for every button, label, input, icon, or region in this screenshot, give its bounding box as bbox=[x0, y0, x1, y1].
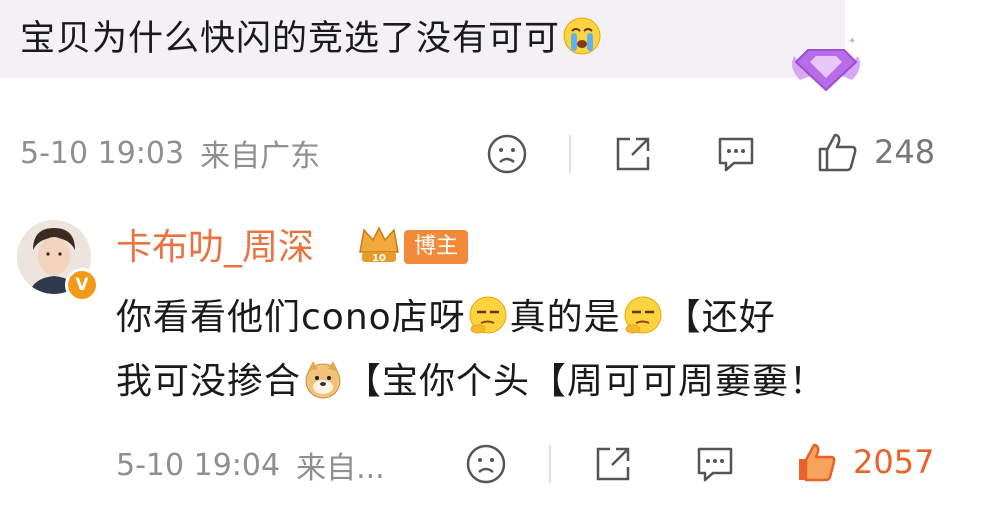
reply-text-part: 你看看他们cono店呀 bbox=[116, 297, 466, 338]
parent-reply-button[interactable] bbox=[714, 133, 758, 175]
verified-badge: V bbox=[65, 268, 99, 302]
svg-text:✦: ✦ bbox=[848, 36, 856, 47]
blogger-tag: 博主 bbox=[404, 230, 469, 264]
sad-face-icon bbox=[466, 444, 506, 484]
reply-dislike-button[interactable] bbox=[465, 443, 507, 485]
parent-time: 5-10 19:03 bbox=[20, 135, 185, 171]
share-icon bbox=[596, 447, 630, 481]
parent-meta-row: 5-10 19:03 来自广东 bbox=[20, 128, 320, 178]
parent-location: 来自广东 bbox=[200, 139, 321, 174]
reply-share-button[interactable] bbox=[592, 443, 634, 485]
parent-action-divider bbox=[569, 135, 571, 173]
level-number: 10 bbox=[372, 253, 386, 264]
reply-text-line-1: 你看看他们cono店呀 真的是 【还好 bbox=[116, 290, 776, 346]
parent-like-count: 248 bbox=[874, 133, 936, 171]
reply-username[interactable]: 卡布叻_周深 bbox=[116, 218, 314, 270]
sad-face-icon bbox=[487, 134, 527, 174]
reply-meta-row: 5-10 19:04 来自... bbox=[116, 440, 385, 490]
reply-text-part: 【宝你个头【周可可周嫑嫑！ bbox=[345, 361, 827, 402]
reply-comment-button[interactable] bbox=[693, 443, 737, 485]
diamond-badge-icon: ✦ bbox=[792, 36, 860, 92]
crown-level-icon: 10 bbox=[359, 226, 399, 264]
reply-text-part: 我可没掺合 bbox=[116, 361, 302, 402]
reply-like-count: 2057 bbox=[853, 443, 935, 481]
crying-face-icon bbox=[563, 17, 601, 55]
parent-dislike-button[interactable] bbox=[486, 133, 528, 175]
parent-share-button[interactable] bbox=[612, 133, 654, 175]
reply-time: 5-10 19:04 bbox=[116, 447, 281, 483]
reply-text-line-2: 我可没掺合 【宝你个头【周可可周嫑嫑！ bbox=[116, 354, 826, 410]
reply-action-divider bbox=[549, 445, 551, 483]
reply-text-part: 【还好 bbox=[664, 297, 776, 338]
thumbs-up-icon bbox=[818, 133, 857, 172]
parent-comment-text-row: 宝贝为什么快闪的竞选了没有可可 bbox=[20, 14, 604, 64]
reply-text-part: 真的是 bbox=[509, 297, 621, 338]
parent-comment-text: 宝贝为什么快闪的竞选了没有可可 bbox=[20, 19, 561, 59]
parent-like-button[interactable]: 248 bbox=[816, 130, 935, 174]
share-icon bbox=[616, 137, 650, 171]
comment-icon bbox=[697, 447, 733, 482]
reply-like-button[interactable]: 2057 bbox=[795, 440, 934, 484]
thumbs-up-icon bbox=[799, 443, 836, 482]
thinking-face-icon bbox=[624, 296, 662, 334]
comment-icon bbox=[718, 137, 754, 172]
doge-icon bbox=[305, 361, 341, 399]
thinking-face-icon bbox=[469, 296, 507, 334]
reply-location: 来自... bbox=[296, 451, 385, 486]
